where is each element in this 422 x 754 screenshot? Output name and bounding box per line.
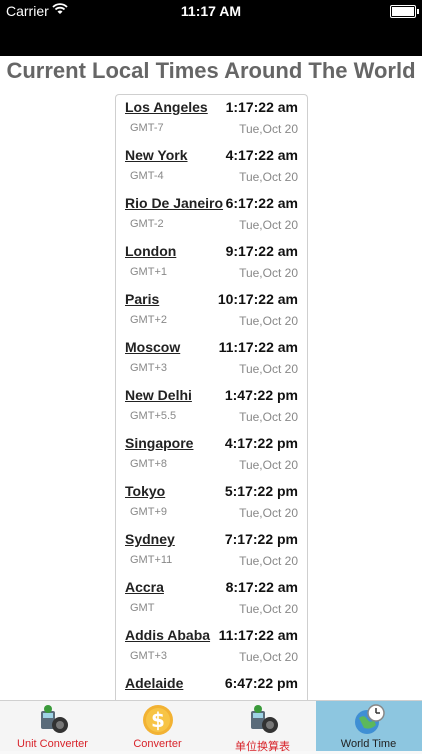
local-time: 4:17:22 pm bbox=[224, 435, 298, 451]
local-date: Tue,Oct 20 bbox=[239, 458, 298, 472]
main-content: Current Local Times Around The World Los… bbox=[0, 56, 422, 715]
status-time: 11:17 AM bbox=[180, 3, 242, 19]
city-name[interactable]: Los Angeles bbox=[125, 99, 208, 115]
time-row[interactable]: Tokyo 5:17:22 pm GMT+9 Tue,Oct 20 bbox=[116, 479, 307, 527]
local-date: Tue,Oct 20 bbox=[239, 170, 298, 184]
local-time: 11:17:22 am bbox=[218, 627, 298, 643]
local-time: 11:17:22 am bbox=[218, 339, 298, 355]
local-date: Tue,Oct 20 bbox=[239, 314, 298, 328]
city-name[interactable]: New Delhi bbox=[125, 387, 192, 403]
local-time: 6:47:22 pm bbox=[224, 675, 298, 691]
city-name[interactable]: Tokyo bbox=[125, 483, 165, 499]
tab-converter[interactable]: $ Converter bbox=[105, 701, 210, 751]
time-row[interactable]: Accra 8:17:22 am GMT Tue,Oct 20 bbox=[116, 575, 307, 623]
world-clock-icon bbox=[352, 703, 386, 737]
page-title: Current Local Times Around The World bbox=[6, 58, 416, 83]
time-row[interactable]: Singapore 4:17:22 pm GMT+8 Tue,Oct 20 bbox=[116, 431, 307, 479]
gmt-offset: GMT bbox=[130, 602, 155, 614]
local-date: Tue,Oct 20 bbox=[239, 266, 298, 280]
local-date: Tue,Oct 20 bbox=[239, 410, 298, 424]
tab-world-time[interactable]: World Time bbox=[316, 701, 422, 751]
tab-unit-converter[interactable]: Unit Converter bbox=[0, 701, 105, 751]
time-row[interactable]: Rio De Janeiro 6:17:22 am GMT-2 Tue,Oct … bbox=[116, 191, 307, 239]
gmt-offset: GMT-7 bbox=[130, 122, 164, 134]
local-time: 6:17:22 am bbox=[225, 195, 298, 211]
unit-table-icon bbox=[246, 703, 280, 737]
tab-unit-table[interactable]: 单位换算表 bbox=[210, 701, 315, 753]
gmt-offset: GMT+3 bbox=[130, 362, 167, 374]
time-row[interactable]: Sydney 7:17:22 pm GMT+11 Tue,Oct 20 bbox=[116, 527, 307, 575]
unit-converter-icon bbox=[36, 703, 70, 737]
gmt-offset: GMT-2 bbox=[130, 218, 164, 230]
time-row[interactable]: Paris 10:17:22 am GMT+2 Tue,Oct 20 bbox=[116, 287, 307, 335]
city-name[interactable]: New York bbox=[125, 147, 188, 163]
tab-label: Converter bbox=[133, 738, 182, 750]
gmt-offset: GMT+3 bbox=[130, 650, 167, 662]
world-time-list[interactable]: Los Angeles 1:17:22 am GMT-7 Tue,Oct 20 … bbox=[115, 94, 308, 715]
local-time: 4:17:22 am bbox=[225, 147, 298, 163]
tab-label: Unit Converter bbox=[17, 738, 88, 750]
local-date: Tue,Oct 20 bbox=[239, 602, 298, 616]
status-bar: Carrier 11:17 AM bbox=[0, 0, 422, 56]
gmt-offset: GMT+9 bbox=[130, 506, 167, 518]
gmt-offset: GMT+11 bbox=[130, 554, 173, 566]
city-name[interactable]: Moscow bbox=[125, 339, 180, 355]
local-date: Tue,Oct 20 bbox=[239, 506, 298, 520]
gmt-offset: GMT+2 bbox=[130, 314, 167, 326]
city-name[interactable]: London bbox=[125, 243, 176, 259]
city-name[interactable]: Accra bbox=[125, 579, 164, 595]
city-name[interactable]: Adelaide bbox=[125, 675, 183, 691]
battery-icon bbox=[390, 5, 419, 18]
time-row[interactable]: London 9:17:22 am GMT+1 Tue,Oct 20 bbox=[116, 239, 307, 287]
local-date: Tue,Oct 20 bbox=[239, 122, 298, 136]
time-row[interactable]: New Delhi 1:47:22 pm GMT+5.5 Tue,Oct 20 bbox=[116, 383, 307, 431]
city-name[interactable]: Singapore bbox=[125, 435, 193, 451]
local-date: Tue,Oct 20 bbox=[239, 650, 298, 664]
local-time: 5:17:22 pm bbox=[224, 483, 298, 499]
time-row[interactable]: Los Angeles 1:17:22 am GMT-7 Tue,Oct 20 bbox=[116, 95, 307, 143]
local-time: 7:17:22 pm bbox=[224, 531, 298, 547]
local-date: Tue,Oct 20 bbox=[239, 554, 298, 568]
city-name[interactable]: Rio De Janeiro bbox=[125, 195, 223, 211]
tab-label: World Time bbox=[340, 738, 397, 750]
tab-bar: Unit Converter $ Converter 单位换算表 World T… bbox=[0, 700, 422, 753]
city-name[interactable]: Addis Ababa bbox=[125, 627, 210, 643]
local-time: 1:17:22 am bbox=[225, 99, 298, 115]
gmt-offset: GMT+8 bbox=[130, 458, 167, 470]
local-date: Tue,Oct 20 bbox=[239, 218, 298, 232]
local-date: Tue,Oct 20 bbox=[239, 362, 298, 376]
gmt-offset: GMT+1 bbox=[130, 266, 167, 278]
local-time: 1:47:22 pm bbox=[224, 387, 298, 403]
local-time: 10:17:22 am bbox=[217, 291, 298, 307]
dollar-coin-icon: $ bbox=[141, 703, 175, 737]
gmt-offset: GMT-4 bbox=[130, 170, 164, 182]
local-time: 8:17:22 am bbox=[225, 579, 298, 595]
svg-text:$: $ bbox=[151, 708, 165, 732]
city-name[interactable]: Sydney bbox=[125, 531, 175, 547]
gmt-offset: GMT+5.5 bbox=[130, 410, 177, 422]
local-time: 9:17:22 am bbox=[225, 243, 298, 259]
time-row[interactable]: Addis Ababa 11:17:22 am GMT+3 Tue,Oct 20 bbox=[116, 623, 307, 671]
time-row[interactable]: New York 4:17:22 am GMT-4 Tue,Oct 20 bbox=[116, 143, 307, 191]
tab-label: 单位换算表 bbox=[235, 741, 290, 753]
city-name[interactable]: Paris bbox=[125, 291, 159, 307]
time-row[interactable]: Moscow 11:17:22 am GMT+3 Tue,Oct 20 bbox=[116, 335, 307, 383]
